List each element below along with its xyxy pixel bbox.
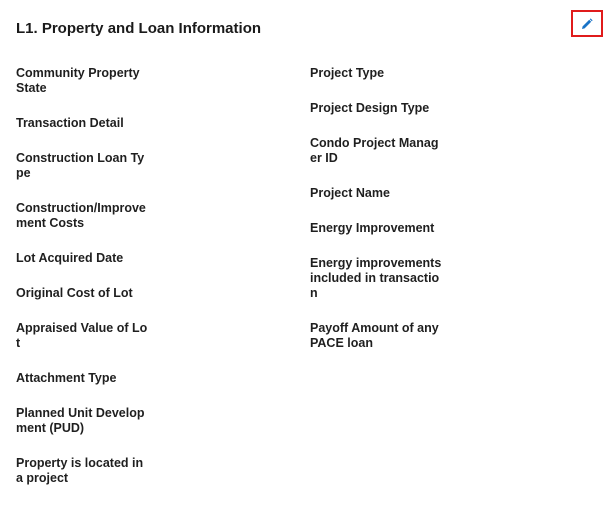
field-label-pace-loan-payoff: Payoff Amount of any PACE loan <box>310 321 439 350</box>
field-label-project-name: Project Name <box>310 186 390 200</box>
field-label-property-located-in-project: Property is located in a project <box>16 456 144 485</box>
field-label-construction-improvement-costs: Construction/Improvement Costs <box>16 201 146 230</box>
edit-button[interactable] <box>571 10 603 37</box>
property-loan-info-card: L1. Property and Loan Information Commun… <box>0 0 615 505</box>
right-field-column: Project Type Project Design Type Condo P… <box>310 66 445 371</box>
field-label-energy-improvement: Energy Improvement <box>310 221 435 235</box>
field-label-construction-loan-type: Construction Loan Type <box>16 151 145 180</box>
field-label-lot-acquired-date: Lot Acquired Date <box>16 251 124 265</box>
field-label-community-property-state: Community Property State <box>16 66 140 95</box>
field-label-energy-improvements-in-transaction: Energy improvements included in transact… <box>310 256 442 300</box>
field-label-appraised-value-of-lot: Appraised Value of Lot <box>16 321 148 350</box>
left-field-column: Community Property State Transaction Det… <box>16 66 151 506</box>
field-label-original-cost-of-lot: Original Cost of Lot <box>16 286 133 300</box>
field-label-attachment-type: Attachment Type <box>16 371 117 385</box>
pencil-icon <box>582 17 593 29</box>
field-label-planned-unit-development: Planned Unit Development (PUD) <box>16 406 145 435</box>
field-label-project-design-type: Project Design Type <box>310 101 430 115</box>
field-label-project-type: Project Type <box>310 66 385 80</box>
field-label-condo-project-manager-id: Condo Project Manager ID <box>310 136 439 165</box>
section-title: L1. Property and Loan Information <box>16 20 262 37</box>
field-label-transaction-detail: Transaction Detail <box>16 116 124 130</box>
